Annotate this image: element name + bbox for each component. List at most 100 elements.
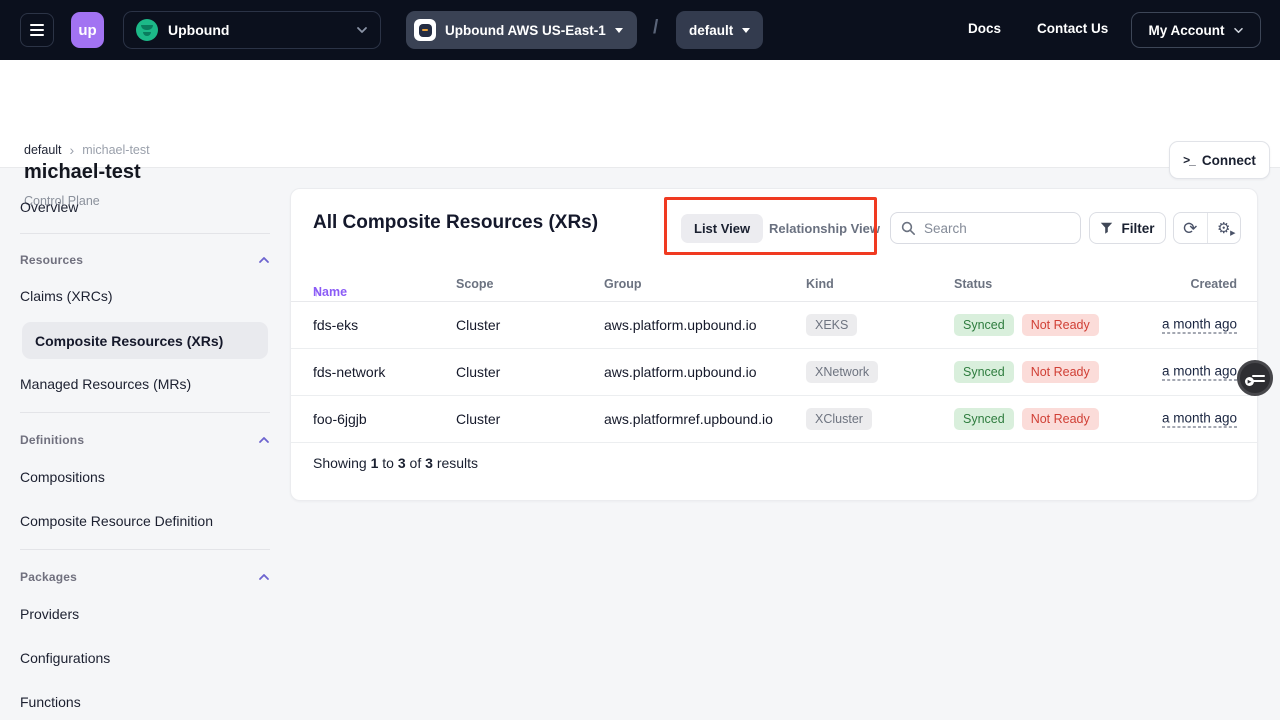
my-account-label: My Account <box>1148 23 1224 38</box>
cell-group: aws.platformref.upbound.io <box>604 411 773 427</box>
table-header-row: Name ↑ Scope Group Kind Status Created <box>291 269 1257 302</box>
sidebar-item-composite-resources-xrs[interactable]: Composite Resources (XRs) <box>22 322 268 359</box>
cell-status: Synced Not Ready <box>954 408 1099 430</box>
sidebar-section-label: Packages <box>20 570 77 584</box>
breadcrumb-parent[interactable]: default <box>24 143 62 157</box>
control-plane-selector-label: Upbound AWS US-East-1 <box>445 23 606 38</box>
chevron-down-icon <box>615 28 623 33</box>
results-summary-text: of <box>410 455 422 471</box>
relationship-view-tab[interactable]: Relationship View <box>769 214 880 243</box>
sidebar-item-compositions[interactable]: Compositions <box>20 465 270 489</box>
page: up Upbound Upbound AWS US-East-1 / defau… <box>0 0 1280 720</box>
cell-scope: Cluster <box>456 317 500 333</box>
table-row[interactable]: fds-network Cluster aws.platform.upbound… <box>291 349 1257 396</box>
control-plane-selector[interactable]: Upbound AWS US-East-1 <box>406 11 637 49</box>
cell-scope: Cluster <box>456 411 500 427</box>
sidebar-section-resources[interactable]: Resources <box>20 252 270 268</box>
kind-badge: XEKS <box>806 314 857 336</box>
sidebar-section-packages[interactable]: Packages <box>20 569 270 585</box>
docs-link[interactable]: Docs <box>968 21 1001 36</box>
column-header-group[interactable]: Group <box>604 277 642 291</box>
sidebar-item-managed-resources-mrs[interactable]: Managed Resources (MRs) <box>20 372 270 396</box>
chevron-up-icon <box>258 436 270 444</box>
column-header-scope[interactable]: Scope <box>456 277 494 291</box>
sidebar-item-configurations[interactable]: Configurations <box>20 646 270 670</box>
organization-selector[interactable]: Upbound <box>123 11 381 49</box>
table-row[interactable]: fds-eks Cluster aws.platform.upbound.io … <box>291 302 1257 349</box>
path-separator: / <box>653 17 658 39</box>
refresh-button[interactable]: ⟳ <box>1174 213 1207 243</box>
connect-button[interactable]: >_ Connect <box>1169 141 1270 179</box>
sidebar: Overview Resources Claims (XRCs) Composi… <box>0 168 290 720</box>
group-selector-label: default <box>689 23 733 38</box>
contact-us-link[interactable]: Contact Us <box>1037 21 1108 36</box>
composite-resources-panel: All Composite Resources (XRs) List View … <box>290 188 1258 501</box>
cell-status: Synced Not Ready <box>954 314 1099 336</box>
not-ready-badge: Not Ready <box>1022 314 1099 336</box>
breadcrumb-current: michael-test <box>82 143 149 157</box>
search-input[interactable] <box>924 221 1054 236</box>
upbound-logo[interactable]: up <box>71 12 104 48</box>
column-header-kind[interactable]: Kind <box>806 277 834 291</box>
cell-group: aws.platform.upbound.io <box>604 364 757 380</box>
cell-name: fds-eks <box>313 317 358 333</box>
panel-title: All Composite Resources (XRs) <box>313 212 598 234</box>
created-timestamp[interactable]: a month ago <box>1162 364 1237 381</box>
kind-badge: XNetwork <box>806 361 878 383</box>
not-ready-badge: Not Ready <box>1022 361 1099 383</box>
sort-ascending-icon: ↑ <box>313 285 319 299</box>
group-selector[interactable]: default <box>676 11 763 49</box>
results-summary-text: to <box>382 455 394 471</box>
sidebar-section-label: Definitions <box>20 433 84 447</box>
created-timestamp[interactable]: a month ago <box>1162 411 1237 428</box>
chevron-down-icon <box>356 26 368 34</box>
chevron-down-icon <box>742 28 750 33</box>
sidebar-item-providers[interactable]: Providers <box>20 602 270 626</box>
terminal-icon: >_ <box>1183 153 1195 167</box>
list-view-tab[interactable]: List View <box>681 214 763 243</box>
organization-selector-label: Upbound <box>168 22 356 38</box>
results-summary-text: Showing <box>313 455 367 471</box>
feedback-widget-button[interactable]: ▶ <box>1237 360 1273 396</box>
cell-name: fds-network <box>313 364 385 380</box>
sidebar-divider <box>20 412 270 413</box>
search-icon <box>901 221 916 236</box>
sidebar-item-composite-resource-definition[interactable]: Composite Resource Definition <box>20 509 270 533</box>
breadcrumb-separator-icon: › <box>70 142 75 158</box>
refresh-icon: ⟳ <box>1183 220 1197 237</box>
sidebar-item-overview[interactable]: Overview <box>20 195 270 219</box>
widget-play-icon: ▶ <box>1245 377 1254 386</box>
filter-button-label: Filter <box>1121 221 1154 236</box>
table-row[interactable]: foo-6jgjb Cluster aws.platformref.upboun… <box>291 396 1257 443</box>
my-account-button[interactable]: My Account <box>1131 12 1261 48</box>
synced-badge: Synced <box>954 361 1014 383</box>
cell-status: Synced Not Ready <box>954 361 1099 383</box>
gear-play-icon: ⚙▶ <box>1217 221 1230 236</box>
search-box <box>890 212 1081 244</box>
results-summary: Showing 1 to 3 of 3 results <box>313 455 478 471</box>
column-header-created[interactable]: Created <box>1190 277 1237 291</box>
filter-funnel-icon <box>1100 222 1113 234</box>
not-ready-badge: Not Ready <box>1022 408 1099 430</box>
sidebar-item-claims-xrcs[interactable]: Claims (XRCs) <box>20 284 270 308</box>
synced-badge: Synced <box>954 408 1014 430</box>
sidebar-section-definitions[interactable]: Definitions <box>20 432 270 448</box>
hamburger-menu-button[interactable] <box>20 13 54 47</box>
auto-refresh-settings-button[interactable]: ⚙▶ <box>1207 213 1241 243</box>
sidebar-divider <box>20 233 270 234</box>
cell-name: foo-6jgjb <box>313 411 367 427</box>
filter-button[interactable]: Filter <box>1089 212 1166 244</box>
chevron-down-icon <box>1233 27 1244 34</box>
table-actions-group: ⟳ ⚙▶ <box>1173 212 1241 244</box>
page-header: default › michael-test michael-test Cont… <box>0 60 1280 168</box>
sidebar-item-functions[interactable]: Functions <box>20 690 270 714</box>
kind-badge: XCluster <box>806 408 872 430</box>
results-total: 3 <box>425 455 433 471</box>
top-navbar: up Upbound Upbound AWS US-East-1 / defau… <box>0 0 1280 60</box>
created-timestamp[interactable]: a month ago <box>1162 317 1237 334</box>
sidebar-section-label: Resources <box>20 253 83 267</box>
column-header-status[interactable]: Status <box>954 277 992 291</box>
cell-group: aws.platform.upbound.io <box>604 317 757 333</box>
control-plane-icon <box>414 19 436 41</box>
chevron-up-icon <box>258 573 270 581</box>
